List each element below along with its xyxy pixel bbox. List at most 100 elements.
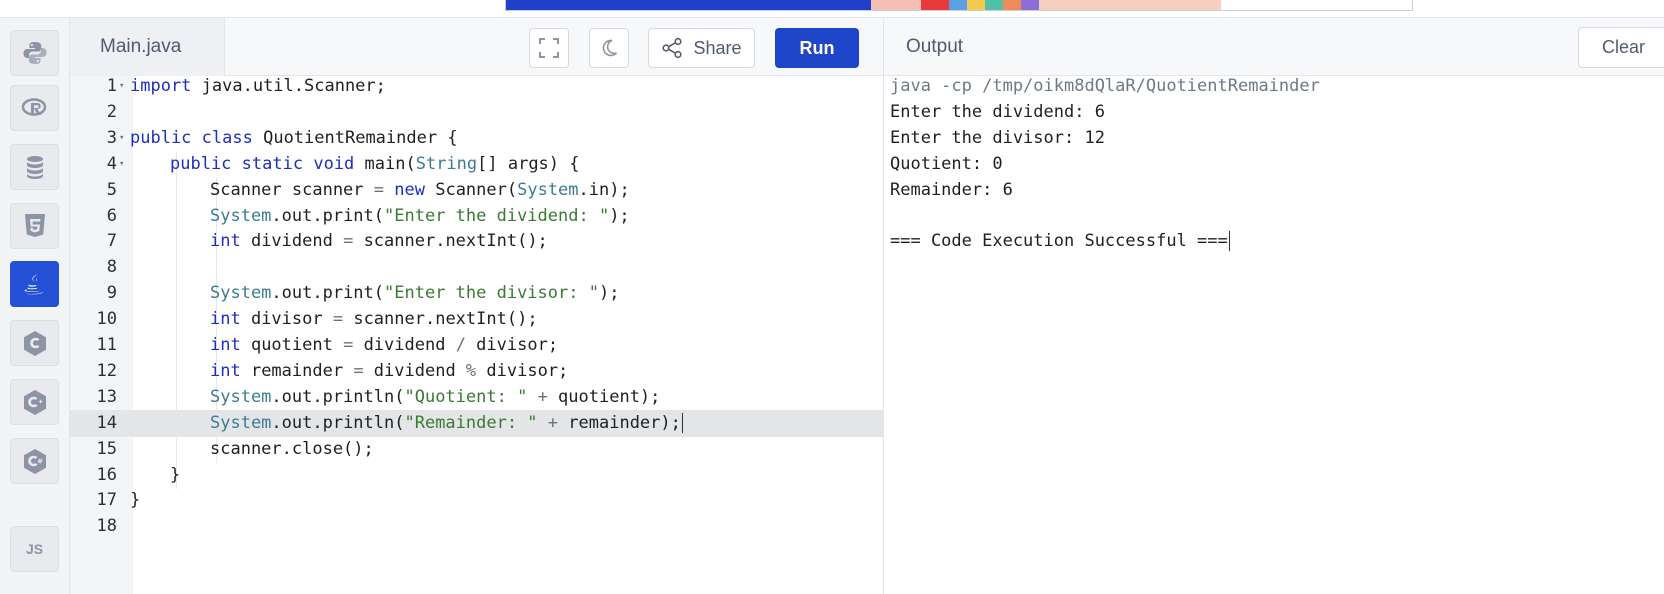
line-number: 10 (96, 309, 117, 330)
indent-guide (176, 202, 177, 230)
code-line[interactable]: 15 scanner.close(); (70, 435, 883, 464)
indent-guide (176, 357, 177, 386)
indent-guide (176, 435, 177, 464)
code-line[interactable]: 17} (70, 487, 883, 515)
r-icon[interactable] (10, 85, 59, 131)
line-number: 13 (96, 386, 117, 407)
code-text: import java.util.Scanner; (130, 76, 386, 96)
file-tab-label: Main.java (100, 36, 182, 57)
code-text: Scanner scanner = new Scanner(System.in)… (210, 179, 630, 200)
csharp-icon[interactable] (10, 438, 59, 484)
output-line: Enter the dividend: 6 (890, 101, 1105, 122)
output-toolbar: Output Clear (883, 18, 1664, 76)
line-number: 14 (96, 412, 117, 433)
line-number: 12 (96, 360, 117, 381)
python-icon[interactable] (10, 30, 59, 76)
code-line[interactable]: 6 System.out.print("Enter the dividend: "… (70, 202, 883, 230)
code-line[interactable]: 10 int divisor = scanner.nextInt(); (70, 306, 883, 334)
output-title: Output (906, 36, 964, 57)
share-button[interactable]: Share (648, 28, 755, 68)
fullscreen-button[interactable] (529, 28, 569, 68)
language-sidebar: JS (0, 18, 70, 594)
code-text: int remainder = dividend % divisor; (210, 360, 569, 381)
code-line[interactable]: 7 int dividend = scanner.nextInt(); (70, 228, 883, 256)
fold-chevron-icon[interactable]: ▾ (119, 73, 124, 101)
line-number: 6 (106, 205, 117, 226)
code-text: public static void main(String[] args) { (170, 153, 580, 174)
fold-chevron-icon[interactable]: ▾ (119, 125, 124, 153)
code-line[interactable]: 18 (70, 513, 883, 541)
indent-guide (176, 176, 177, 205)
indent-guide (176, 409, 177, 438)
dark-mode-button[interactable] (589, 28, 629, 68)
share-icon (662, 37, 683, 59)
code-editor[interactable]: 1 ▾ import java.util.Scanner; 2 3 ▾ public cla… (70, 76, 883, 594)
js-icon[interactable]: JS (10, 526, 59, 572)
output-command-line: java -cp /tmp/oikm8dQlaR/QuotientRemaind… (890, 76, 1320, 96)
code-text: public class QuotientRemainder { (130, 127, 458, 148)
code-text: int dividend = scanner.nextInt(); (210, 231, 548, 252)
database-icon[interactable] (10, 144, 59, 190)
java-icon[interactable] (10, 261, 59, 307)
code-text: } (130, 490, 141, 511)
line-number: 17 (96, 490, 117, 511)
code-text: } (170, 464, 181, 485)
indent-guide (216, 254, 217, 282)
text-cursor (681, 412, 683, 433)
code-text: System.out.print("Enter the divisor: "); (210, 283, 620, 304)
code-text: System.out.println("Quotient: " + quotie… (210, 386, 661, 407)
code-text: int quotient = dividend / divisor; (210, 335, 559, 355)
fullscreen-icon (539, 38, 559, 58)
c-icon[interactable] (10, 320, 59, 366)
cpp-icon[interactable] (10, 379, 59, 425)
ad-banner[interactable] (505, 0, 1413, 11)
output-console[interactable]: java -cp /tmp/oikm8dQlaR/QuotientRemaind… (883, 76, 1664, 594)
html5-icon[interactable] (10, 203, 59, 249)
line-number: 5 (106, 179, 117, 200)
code-line[interactable]: 13 System.out.println("Quotient: " + quot… (70, 383, 883, 412)
line-number: 4 (106, 153, 117, 174)
code-line[interactable]: 5 Scanner scanner = new Scanner(System.in… (70, 176, 883, 205)
code-line[interactable]: 11 int quotient = dividend / divisor; (70, 332, 883, 360)
code-text: scanner.close(); (210, 438, 374, 459)
line-number: 2 (106, 101, 117, 122)
js-label: JS (25, 541, 44, 557)
indent-guide (176, 306, 177, 334)
code-text: System.out.print("Enter the dividend: ")… (210, 205, 630, 226)
output-line: === Code Execution Successful === (890, 231, 1230, 252)
line-number: 11 (96, 335, 117, 355)
indent-guide (176, 332, 177, 360)
ad-strip (0, 0, 1664, 18)
indent-guide (176, 383, 177, 412)
code-line[interactable]: 12 int remainder = dividend % divisor; (70, 357, 883, 386)
line-number: 3 (106, 127, 117, 148)
line-number: 9 (106, 283, 117, 304)
clear-button[interactable]: Clear (1578, 27, 1664, 68)
output-line: Enter the divisor: 12 (890, 127, 1105, 148)
code-line[interactable]: 9 System.out.print("Enter the divisor: ")… (70, 280, 883, 308)
editor-toolbar: Main.java Share Run (70, 18, 883, 76)
indent-guide (176, 228, 177, 256)
code-line[interactable]: 3 ▾ public class QuotientRemainder { (70, 125, 883, 153)
share-label: Share (693, 37, 742, 58)
output-line: Remainder: 6 (890, 179, 1013, 200)
code-line[interactable]: 14 System.out.println("Remainder: " + rem… (70, 409, 883, 438)
line-number: 16 (96, 464, 117, 485)
code-line[interactable]: 4 ▾ public static void main(String[] args)… (70, 150, 883, 179)
line-number: 7 (106, 231, 117, 252)
line-number: 8 (106, 257, 117, 278)
code-text: int divisor = scanner.nextInt(); (210, 309, 538, 330)
fold-chevron-icon[interactable]: ▾ (119, 151, 124, 179)
code-line[interactable]: 8 (70, 254, 883, 282)
code-line[interactable]: 1 ▾ import java.util.Scanner; (70, 73, 883, 101)
indent-guide (176, 254, 177, 282)
output-cursor (1228, 231, 1230, 252)
output-line: Quotient: 0 (890, 153, 1003, 174)
code-line[interactable]: 2 (70, 99, 883, 127)
line-number: 15 (96, 438, 117, 459)
run-button[interactable]: Run (775, 28, 859, 68)
code-text: System.out.println("Remainder: " + remai… (210, 412, 683, 433)
line-number: 18 (96, 516, 117, 537)
code-line[interactable]: 16} (70, 461, 883, 489)
file-tab[interactable]: Main.java (70, 18, 225, 76)
